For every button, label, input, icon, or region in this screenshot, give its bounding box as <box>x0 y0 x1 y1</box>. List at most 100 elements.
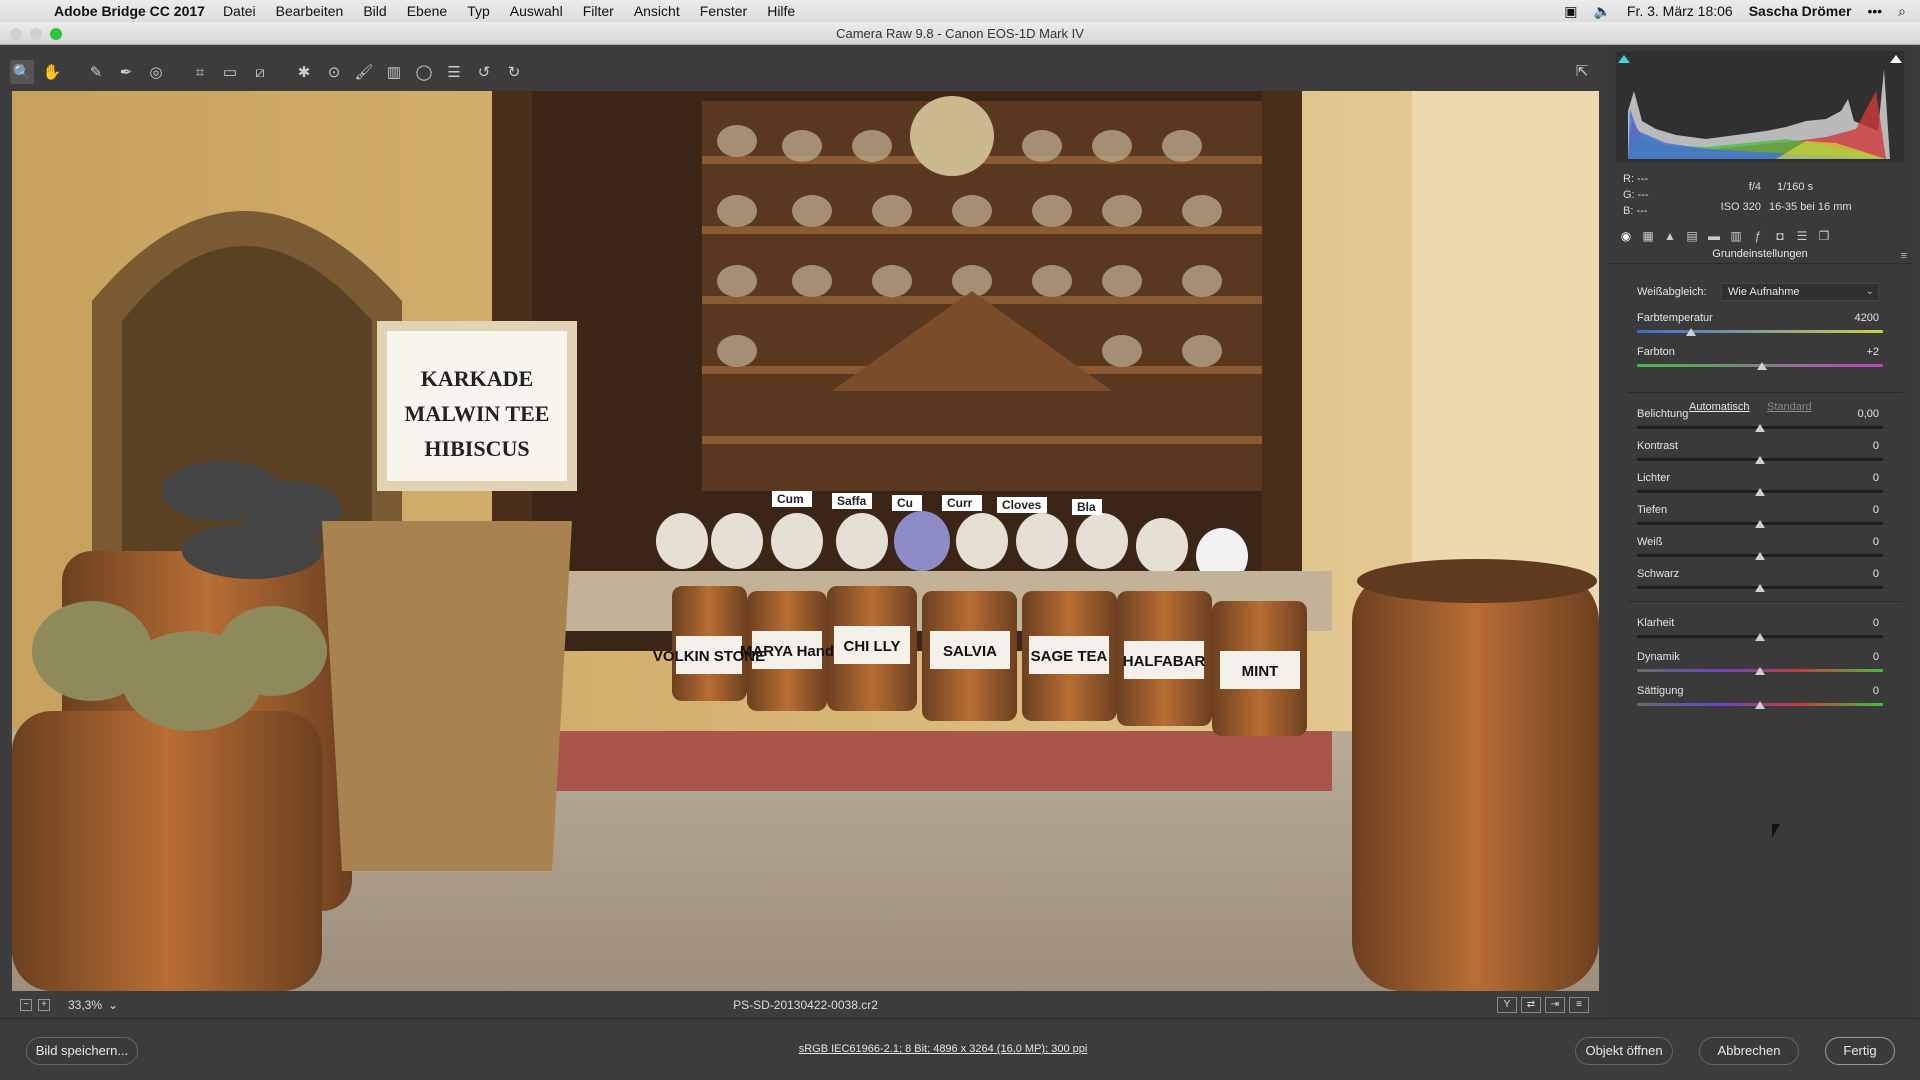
slider-value-7[interactable]: 0 <box>1829 536 1879 548</box>
tab-detail-icon[interactable]: ▲ <box>1661 227 1679 245</box>
tab-lens-icon[interactable]: ▥ <box>1727 227 1745 245</box>
slider-thumb-7[interactable] <box>1755 552 1765 560</box>
slider-thumb-10[interactable] <box>1755 667 1765 675</box>
rotate-left-icon[interactable]: ↺ <box>472 60 496 84</box>
cancel-button[interactable]: Abbrechen <box>1699 1037 1799 1065</box>
slider-thumb-1[interactable] <box>1686 328 1697 336</box>
jar-label: Cloves <box>1002 498 1042 512</box>
menu-datei[interactable]: Datei <box>223 3 256 19</box>
slider-value-5[interactable]: 0 <box>1829 472 1879 484</box>
slider-track-1[interactable] <box>1637 330 1883 333</box>
slider-value-1[interactable]: 4200 <box>1829 312 1879 324</box>
white-balance-tool-icon[interactable]: ✎ <box>84 60 108 84</box>
hand-tool-icon[interactable]: ✋ <box>40 60 64 84</box>
barrel-label: SAGE TEA <box>1031 648 1108 665</box>
tab-snapshots-icon[interactable]: ❐ <box>1815 227 1833 245</box>
slider-thumb-9[interactable] <box>1755 633 1765 641</box>
targeted-adjustment-tool-icon[interactable]: ◎ <box>144 60 168 84</box>
straighten-tool-icon[interactable]: ▭ <box>218 60 242 84</box>
slider-thumb-3[interactable] <box>1755 424 1765 432</box>
jar-label: Cum <box>777 492 804 506</box>
slider-value-11[interactable]: 0 <box>1829 685 1879 697</box>
white-balance-select[interactable]: Wie Aufnahme ⌄ <box>1721 283 1879 301</box>
menu-ebene[interactable]: Ebene <box>407 3 447 19</box>
menu-user[interactable]: Sascha Drömer <box>1749 3 1852 19</box>
slider-thumb-2[interactable] <box>1757 362 1768 370</box>
barrel-label: SALVIA <box>943 643 997 660</box>
menu-typ[interactable]: Typ <box>467 3 490 19</box>
zoom-window-button[interactable] <box>50 28 62 40</box>
slider-label-11: Sättigung <box>1637 685 1684 697</box>
more-menu-icon[interactable]: ••• <box>1867 3 1882 19</box>
menu-fenster[interactable]: Fenster <box>700 3 747 19</box>
tab-split-toning-icon[interactable]: ▬ <box>1705 227 1723 245</box>
screen-record-icon[interactable]: ▣ <box>1564 3 1577 20</box>
rgb-readout: R: --- G: --- B: --- <box>1623 173 1649 217</box>
slider-label-2: Farbton <box>1637 346 1675 358</box>
slider-value-8[interactable]: 0 <box>1829 568 1879 580</box>
adjustment-brush-icon[interactable]: 🖌 <box>352 60 376 84</box>
slider-value-6[interactable]: 0 <box>1829 504 1879 516</box>
toggle-settings-icon[interactable]: ≡ <box>1569 997 1589 1013</box>
slider-thumb-4[interactable] <box>1755 456 1765 464</box>
auto-link[interactable]: Automatisch <box>1689 401 1750 413</box>
done-button[interactable]: Fertig <box>1825 1037 1895 1065</box>
panel-menu-icon[interactable]: ≡ <box>1901 250 1907 262</box>
minimize-window-button[interactable] <box>30 28 42 40</box>
tab-hsl-icon[interactable]: ▤ <box>1683 227 1701 245</box>
close-window-button[interactable] <box>10 28 22 40</box>
menu-filter[interactable]: Filter <box>583 3 614 19</box>
default-link[interactable]: Standard <box>1767 401 1812 413</box>
radial-filter-icon[interactable]: ◯ <box>412 60 436 84</box>
camera-raw-toolbar: 🔍 ✋ ✎ ✒ ◎ ⌗ ▭ ⧄ ✱ ⊙ 🖌 ▥ ◯ ☰ ↺ ↻ <box>10 58 526 86</box>
jar-label: Curr <box>947 496 973 510</box>
panel-divider <box>1627 601 1903 602</box>
slider-value-2[interactable]: +2 <box>1829 346 1879 358</box>
menu-auswahl[interactable]: Auswahl <box>510 3 563 19</box>
volume-icon[interactable]: 🔈 <box>1593 3 1610 20</box>
preferences-icon[interactable]: ☰ <box>442 60 466 84</box>
menu-hilfe[interactable]: Hilfe <box>767 3 795 19</box>
histogram[interactable] <box>1616 51 1904 163</box>
zoom-tool-icon[interactable]: 🔍 <box>10 60 34 84</box>
spot-removal-tool-icon[interactable]: ✱ <box>292 60 316 84</box>
menu-bearbeiten[interactable]: Bearbeiten <box>276 3 344 19</box>
preview-statusbar: − + 33,3% ⌄ PS-SD-20130422-0038.cr2 Y ⇄ … <box>12 993 1599 1017</box>
tab-presets-icon[interactable]: ☰ <box>1793 227 1811 245</box>
graduated-filter-icon[interactable]: ▥ <box>382 60 406 84</box>
slider-thumb-8[interactable] <box>1755 584 1765 592</box>
color-sampler-tool-icon[interactable]: ✒ <box>114 60 138 84</box>
slider-thumb-5[interactable] <box>1755 488 1765 496</box>
image-preview[interactable]: Cum Saffa Cu Curr Cloves Bla VOLKIN STON… <box>12 91 1599 991</box>
menu-app-name[interactable]: Adobe Bridge CC 2017 <box>54 3 205 19</box>
slider-value-3[interactable]: 0,00 <box>1829 408 1879 420</box>
tab-effects-icon[interactable]: ƒ <box>1749 227 1767 245</box>
preview-photo: Cum Saffa Cu Curr Cloves Bla VOLKIN STON… <box>12 91 1599 991</box>
red-eye-tool-icon[interactable]: ⊙ <box>322 60 346 84</box>
menu-clock[interactable]: Fr. 3. März 18:06 <box>1627 3 1733 19</box>
before-after-icon[interactable]: Y <box>1497 997 1517 1013</box>
slider-thumb-11[interactable] <box>1755 701 1765 709</box>
transform-tool-icon[interactable]: ⧄ <box>248 60 272 84</box>
copy-settings-icon[interactable]: ⇥ <box>1545 997 1565 1013</box>
crop-tool-icon[interactable]: ⌗ <box>188 60 212 84</box>
slider-value-10[interactable]: 0 <box>1829 651 1879 663</box>
open-object-button[interactable]: Objekt öffnen <box>1575 1037 1673 1065</box>
slider-value-9[interactable]: 0 <box>1829 617 1879 629</box>
panel-title: Grundeinstellungen <box>1607 248 1913 264</box>
slider-thumb-6[interactable] <box>1755 520 1765 528</box>
slider-label-9: Klarheit <box>1637 617 1675 629</box>
menu-bild[interactable]: Bild <box>363 3 386 19</box>
barrel-label: MARYA Hand <box>740 643 834 660</box>
swap-settings-icon[interactable]: ⇄ <box>1521 997 1541 1013</box>
spotlight-search-icon[interactable]: ⌕ <box>1898 3 1906 20</box>
slider-label-4: Kontrast <box>1637 440 1678 452</box>
menu-ansicht[interactable]: Ansicht <box>634 3 680 19</box>
slider-value-4[interactable]: 0 <box>1829 440 1879 452</box>
fullscreen-toggle-icon[interactable]: ⇱ <box>1570 60 1594 84</box>
rotate-right-icon[interactable]: ↻ <box>502 60 526 84</box>
tab-camera-calibration-icon[interactable]: ◘ <box>1771 227 1789 245</box>
tab-basic-icon[interactable]: ◉ <box>1617 227 1635 245</box>
jar-label: Cu <box>897 496 913 510</box>
tab-tone-curve-icon[interactable]: ▦ <box>1639 227 1657 245</box>
